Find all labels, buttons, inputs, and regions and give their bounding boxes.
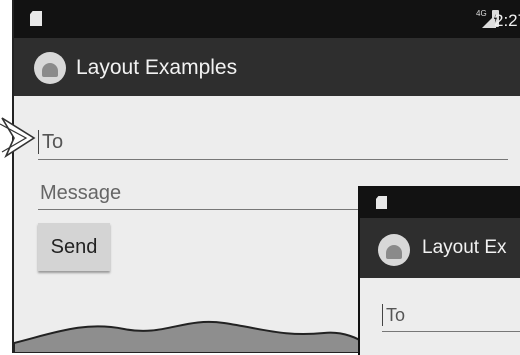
second-status-bar xyxy=(360,188,520,218)
message-input[interactable]: Message xyxy=(38,178,378,210)
second-app-bar: Layout Ex xyxy=(360,218,520,278)
second-to-input-placeholder: To xyxy=(386,305,406,325)
second-to-input-underline xyxy=(382,331,520,332)
to-input[interactable]: To xyxy=(38,126,508,160)
second-screen: Layout Ex To xyxy=(358,186,520,355)
message-input-underline xyxy=(38,209,378,210)
second-text-cursor xyxy=(382,304,383,326)
android-app-icon xyxy=(34,52,66,84)
app-title: Layout Examples xyxy=(76,56,238,79)
message-input-placeholder: Message xyxy=(40,182,122,204)
pointer-arrow-icon xyxy=(0,117,36,158)
second-android-app-icon xyxy=(378,234,410,266)
to-input-underline xyxy=(38,159,508,160)
sd-card-icon xyxy=(30,11,42,26)
second-to-input[interactable]: To xyxy=(382,302,520,332)
status-bar: 4G 2:27 xyxy=(14,0,520,38)
to-input-placeholder: To xyxy=(42,131,64,153)
second-app-title: Layout Ex xyxy=(422,237,507,258)
network-type-label: 4G xyxy=(476,9,487,18)
second-sd-card-icon xyxy=(376,196,387,209)
send-button[interactable]: Send xyxy=(38,223,110,271)
app-bar: Layout Examples xyxy=(14,38,520,96)
status-time: 2:27 xyxy=(494,11,520,30)
